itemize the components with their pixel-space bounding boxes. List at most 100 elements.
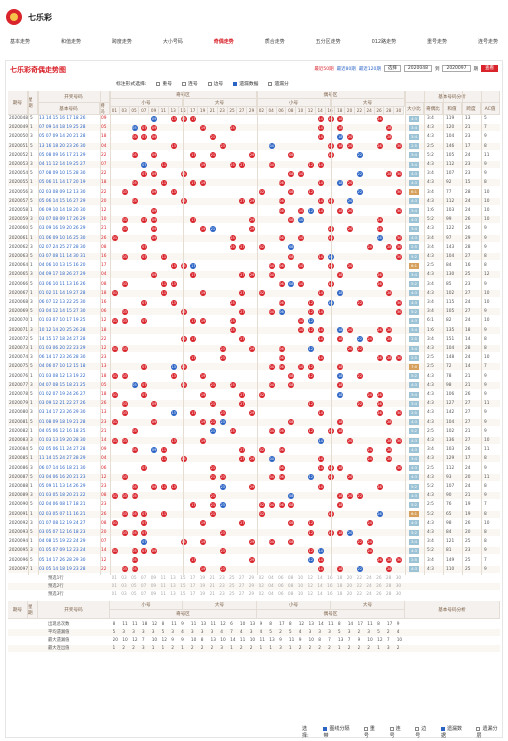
forecast-number[interactable]: 20 (347, 583, 355, 590)
forecast-number[interactable]: 10 (298, 575, 306, 582)
forecast-number[interactable]: 21 (210, 583, 218, 590)
forecast-number[interactable]: 05 (131, 583, 139, 590)
checkbox-icon[interactable] (440, 726, 445, 731)
forecast-number[interactable]: 22 (357, 591, 365, 598)
forecast-number[interactable]: 24 (366, 591, 374, 598)
forecast-number[interactable]: 04 (268, 591, 276, 598)
legend-option-3[interactable]: 边号 (415, 725, 431, 739)
option-3[interactable]: 遗漏数据 (233, 80, 258, 87)
forecast-number[interactable]: 18 (337, 575, 345, 582)
nav-item-6[interactable]: 五分区走势 (316, 38, 341, 52)
forecast-number[interactable]: 23 (219, 583, 227, 590)
forecast-number[interactable]: 01 (112, 591, 120, 598)
forecast-number[interactable]: 01 (112, 575, 120, 582)
checkbox-icon[interactable] (268, 81, 273, 86)
forecast-number[interactable]: 30 (396, 583, 404, 590)
forecast-number[interactable]: 16 (327, 583, 335, 590)
forecast-number[interactable]: 08 (288, 591, 296, 598)
forecast-number[interactable]: 21 (210, 591, 218, 598)
forecast-number[interactable]: 16 (327, 575, 335, 582)
forecast-number[interactable]: 08 (288, 583, 296, 590)
checkbox-icon[interactable] (389, 726, 394, 731)
nav-item-8[interactable]: 重号走势 (427, 38, 447, 52)
forecast-number[interactable]: 13 (170, 591, 178, 598)
forecast-number[interactable]: 11 (161, 591, 169, 598)
forecast-number[interactable]: 02 (259, 583, 267, 590)
forecast-number[interactable]: 29 (249, 583, 257, 590)
forecast-number[interactable]: 02 (259, 591, 267, 598)
checkbox-icon[interactable] (207, 81, 212, 86)
forecast-number[interactable]: 26 (376, 583, 384, 590)
forecast-number[interactable]: 10 (298, 583, 306, 590)
forecast-number[interactable]: 18 (337, 591, 345, 598)
period-select[interactable]: 选择 (383, 65, 401, 72)
forecast-number[interactable]: 14 (317, 583, 325, 590)
forecast-number[interactable]: 20 (347, 591, 355, 598)
nav-item-9[interactable]: 连号走势 (478, 38, 498, 52)
forecast-number[interactable]: 05 (131, 575, 139, 582)
forecast-number[interactable]: 19 (200, 583, 208, 590)
nav-item-7[interactable]: 012路走势 (372, 38, 397, 52)
forecast-number[interactable]: 18 (337, 583, 345, 590)
nav-item-3[interactable]: 大小号码 (163, 38, 183, 52)
legend-option-4[interactable]: 遗漏数据 (440, 725, 467, 739)
legend-option-5[interactable]: 遗漏分层 (476, 725, 502, 739)
forecast-number[interactable]: 25 (229, 575, 237, 582)
forecast-number[interactable]: 15 (180, 591, 188, 598)
forecast-number[interactable]: 15 (180, 575, 188, 582)
forecast-number[interactable]: 21 (210, 575, 218, 582)
forecast-number[interactable]: 01 (112, 583, 120, 590)
forecast-number[interactable]: 23 (219, 591, 227, 598)
forecast-number[interactable]: 14 (317, 591, 325, 598)
forecast-number[interactable]: 27 (239, 591, 247, 598)
forecast-number[interactable]: 26 (376, 591, 384, 598)
forecast-number[interactable]: 07 (141, 583, 149, 590)
checkbox-icon[interactable] (182, 81, 187, 86)
forecast-number[interactable]: 30 (396, 575, 404, 582)
forecast-number[interactable]: 17 (190, 575, 198, 582)
nav-item-0[interactable]: 基本走势 (10, 38, 30, 52)
forecast-number[interactable]: 20 (347, 575, 355, 582)
legend-option-2[interactable]: 连号 (389, 725, 406, 739)
forecast-number[interactable]: 09 (151, 575, 159, 582)
forecast-number[interactable]: 19 (200, 575, 208, 582)
forecast-number[interactable]: 27 (239, 583, 247, 590)
forecast-number[interactable]: 13 (170, 575, 178, 582)
checkbox-icon[interactable] (415, 726, 420, 731)
forecast-number[interactable]: 26 (376, 575, 384, 582)
period-link-80[interactable]: 最近80期 (337, 66, 356, 72)
forecast-number[interactable]: 03 (121, 583, 129, 590)
forecast-number[interactable]: 12 (308, 575, 316, 582)
nav-item-5[interactable]: 质合走势 (265, 38, 285, 52)
period-link-50[interactable]: 最近50期 (314, 66, 333, 72)
forecast-number[interactable]: 08 (288, 575, 296, 582)
checkbox-icon[interactable] (476, 726, 481, 731)
checkbox-icon[interactable] (323, 726, 328, 731)
lottery-logo-icon[interactable] (6, 9, 22, 25)
forecast-number[interactable]: 13 (170, 583, 178, 590)
forecast-number[interactable]: 27 (239, 575, 247, 582)
forecast-number[interactable]: 10 (298, 591, 306, 598)
forecast-number[interactable]: 23 (219, 575, 227, 582)
forecast-number[interactable]: 07 (141, 591, 149, 598)
forecast-number[interactable]: 04 (268, 575, 276, 582)
forecast-number[interactable]: 28 (386, 575, 394, 582)
forecast-number[interactable]: 11 (161, 575, 169, 582)
forecast-number[interactable]: 24 (366, 583, 374, 590)
option-0[interactable]: 重号 (156, 80, 172, 87)
legend-option-0[interactable]: 图线分隔带 (323, 725, 353, 739)
forecast-number[interactable]: 25 (229, 591, 237, 598)
forecast-number[interactable]: 12 (308, 583, 316, 590)
forecast-number[interactable]: 29 (249, 591, 257, 598)
forecast-number[interactable]: 03 (121, 575, 129, 582)
forecast-number[interactable]: 17 (190, 583, 198, 590)
forecast-number[interactable]: 06 (278, 583, 286, 590)
option-4[interactable]: 遗漏分 (268, 80, 289, 87)
checkbox-icon[interactable] (363, 726, 368, 731)
period-link-120[interactable]: 最近120期 (359, 66, 381, 72)
forecast-number[interactable]: 29 (249, 575, 257, 582)
forecast-number[interactable]: 16 (327, 591, 335, 598)
from-issue-input[interactable]: 2020048 (403, 65, 432, 72)
forecast-number[interactable]: 09 (151, 583, 159, 590)
nav-item-4[interactable]: 奇偶走势 (214, 38, 234, 52)
